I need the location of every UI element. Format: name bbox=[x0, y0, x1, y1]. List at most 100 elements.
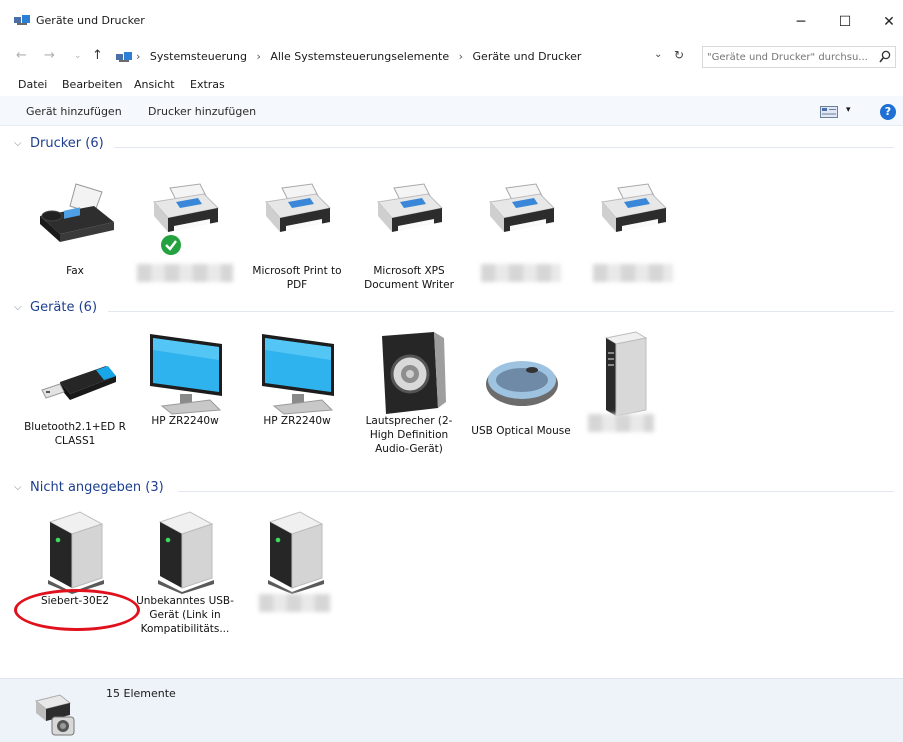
refresh-icon[interactable]: ↻ bbox=[674, 48, 684, 62]
monitor-icon bbox=[262, 334, 334, 415]
fax-icon bbox=[40, 183, 114, 242]
group-title-devices: Geräte (6) bbox=[30, 300, 98, 315]
device-label-redacted bbox=[240, 594, 350, 616]
group-title-printers: Drucker (6) bbox=[30, 136, 104, 151]
collapse-chevron-icon[interactable]: ⌵ bbox=[14, 302, 22, 313]
up-button[interactable]: ↑ bbox=[92, 48, 103, 63]
redacted-text bbox=[481, 264, 561, 282]
printer-icon bbox=[265, 183, 332, 232]
generic-device-icon bbox=[158, 511, 214, 594]
title-bar: Geräte und Drucker ─ ☐ ✕ bbox=[0, 0, 903, 40]
back-button[interactable]: ← bbox=[16, 48, 27, 63]
breadcrumb-alle-elemente[interactable]: Alle Systemsteuerungselemente bbox=[270, 50, 449, 63]
breadcrumb-systemsteuerung[interactable]: Systemsteuerung bbox=[150, 50, 247, 63]
device-item-print-to-pdf[interactable]: Microsoft Print to PDF bbox=[242, 180, 352, 292]
device-label: HP ZR2240w bbox=[151, 415, 219, 427]
computer-tower-icon bbox=[604, 331, 648, 417]
default-check-badge-icon bbox=[161, 235, 181, 255]
printer-icon bbox=[601, 183, 668, 232]
device-item-siebert[interactable]: Siebert-30E2 bbox=[20, 510, 130, 608]
device-label: Microsoft Print to PDF bbox=[252, 265, 342, 291]
device-item-printer-redacted[interactable] bbox=[578, 180, 688, 286]
address-field[interactable]: › Systemsteuerung › Alle Systemsteuerung… bbox=[114, 46, 694, 68]
group-divider bbox=[114, 147, 894, 148]
device-item-mouse[interactable]: USB Optical Mouse bbox=[466, 340, 576, 438]
add-device-button[interactable]: Gerät hinzufügen bbox=[26, 105, 122, 118]
address-dropdown-icon[interactable]: ⌄ bbox=[654, 49, 662, 60]
device-label: Fax bbox=[66, 265, 84, 277]
breadcrumb-geraete-drucker[interactable]: Geräte und Drucker bbox=[473, 50, 582, 63]
device-label: USB Optical Mouse bbox=[471, 425, 571, 437]
device-item-speaker[interactable]: Lautsprecher (2- High Definition Audio-G… bbox=[354, 330, 464, 456]
recent-locations-dropdown[interactable]: ⌄ bbox=[74, 51, 82, 61]
menu-bar: Datei Bearbeiten Ansicht Extras bbox=[0, 76, 903, 94]
printer-icon bbox=[377, 183, 444, 232]
menu-bearbeiten[interactable]: Bearbeiten bbox=[62, 78, 122, 91]
generic-device-icon bbox=[268, 511, 324, 594]
command-bar: Gerät hinzufügen Drucker hinzufügen ▾ ? bbox=[0, 96, 903, 126]
device-item-default-printer[interactable] bbox=[130, 180, 240, 286]
search-input[interactable] bbox=[707, 49, 875, 65]
device-item-bluetooth[interactable]: Bluetooth2.1+ED R CLASS1 bbox=[20, 336, 130, 448]
device-item-unspecified-redacted[interactable] bbox=[240, 510, 350, 616]
device-label: Siebert-30E2 bbox=[40, 595, 110, 607]
view-options-dropdown[interactable]: ▾ bbox=[846, 105, 851, 115]
change-view-icon[interactable] bbox=[820, 106, 838, 118]
window-title: Geräte und Drucker bbox=[36, 14, 145, 27]
device-label: HP ZR2240w bbox=[263, 415, 331, 427]
device-item-monitor[interactable]: HP ZR2240w bbox=[242, 330, 352, 428]
speaker-icon bbox=[382, 332, 446, 414]
devices-printers-app-icon bbox=[14, 15, 30, 25]
add-printer-button[interactable]: Drucker hinzufügen bbox=[148, 105, 256, 118]
mouse-icon bbox=[486, 361, 558, 406]
menu-ansicht[interactable]: Ansicht bbox=[134, 78, 175, 91]
location-icon bbox=[116, 52, 132, 62]
device-label: Unbekanntes USB-Gerät (Link in Kompatibi… bbox=[136, 595, 234, 635]
device-item-xps-writer[interactable]: Microsoft XPS Document Writer bbox=[354, 180, 464, 292]
device-item-printer-redacted[interactable] bbox=[466, 180, 576, 286]
minimize-button[interactable]: ─ bbox=[786, 10, 816, 34]
device-label: Microsoft XPS Document Writer bbox=[364, 265, 454, 291]
group-header-unspecified[interactable]: ⌵ Nicht angegeben (3) bbox=[14, 480, 894, 500]
breadcrumb-separator-icon[interactable]: › bbox=[459, 50, 463, 63]
group-divider bbox=[178, 491, 894, 492]
search-box[interactable] bbox=[702, 46, 896, 68]
printer-default-icon bbox=[153, 183, 220, 232]
device-label-redacted bbox=[566, 414, 676, 436]
close-button[interactable]: ✕ bbox=[874, 10, 903, 34]
device-item-unknown-usb[interactable]: Unbekanntes USB-Gerät (Link in Kompatibi… bbox=[130, 510, 240, 636]
collapse-chevron-icon[interactable]: ⌵ bbox=[14, 138, 22, 149]
group-header-printers[interactable]: ⌵ Drucker (6) bbox=[14, 136, 894, 156]
device-label: Bluetooth2.1+ED R CLASS1 bbox=[24, 421, 126, 447]
breadcrumb-separator-icon[interactable]: › bbox=[256, 50, 260, 63]
group-divider bbox=[108, 311, 894, 312]
redacted-text bbox=[588, 414, 654, 432]
device-label: Lautsprecher (2- High Definition Audio-G… bbox=[365, 415, 453, 455]
device-item-fax[interactable]: Fax bbox=[20, 180, 130, 278]
item-count: 15 Elemente bbox=[106, 687, 176, 700]
redacted-text bbox=[259, 594, 331, 612]
collapse-chevron-icon[interactable]: ⌵ bbox=[14, 482, 22, 493]
bluetooth-dongle-icon bbox=[41, 366, 116, 400]
generic-device-icon bbox=[48, 511, 104, 594]
printer-icon bbox=[489, 183, 556, 232]
device-label-redacted bbox=[130, 264, 240, 286]
device-item-monitor[interactable]: HP ZR2240w bbox=[130, 330, 240, 428]
breadcrumb-separator-icon: › bbox=[136, 50, 141, 63]
breadcrumb: › Systemsteuerung › Alle Systemsteuerung… bbox=[136, 50, 587, 63]
group-header-devices[interactable]: ⌵ Geräte (6) bbox=[14, 300, 894, 320]
menu-extras[interactable]: Extras bbox=[190, 78, 225, 91]
maximize-button[interactable]: ☐ bbox=[830, 10, 860, 34]
menu-datei[interactable]: Datei bbox=[18, 78, 47, 91]
monitor-icon bbox=[150, 334, 222, 415]
group-title-unspecified: Nicht angegeben (3) bbox=[30, 480, 164, 495]
help-icon[interactable]: ? bbox=[880, 104, 896, 120]
device-item-computer[interactable] bbox=[566, 330, 676, 436]
devices-printers-status-icon bbox=[34, 694, 75, 736]
search-icon[interactable] bbox=[879, 50, 891, 64]
device-label-redacted bbox=[578, 264, 688, 286]
forward-button[interactable]: → bbox=[44, 48, 55, 63]
redacted-text bbox=[137, 264, 233, 282]
device-label-redacted bbox=[466, 264, 576, 286]
redacted-text bbox=[593, 264, 673, 282]
